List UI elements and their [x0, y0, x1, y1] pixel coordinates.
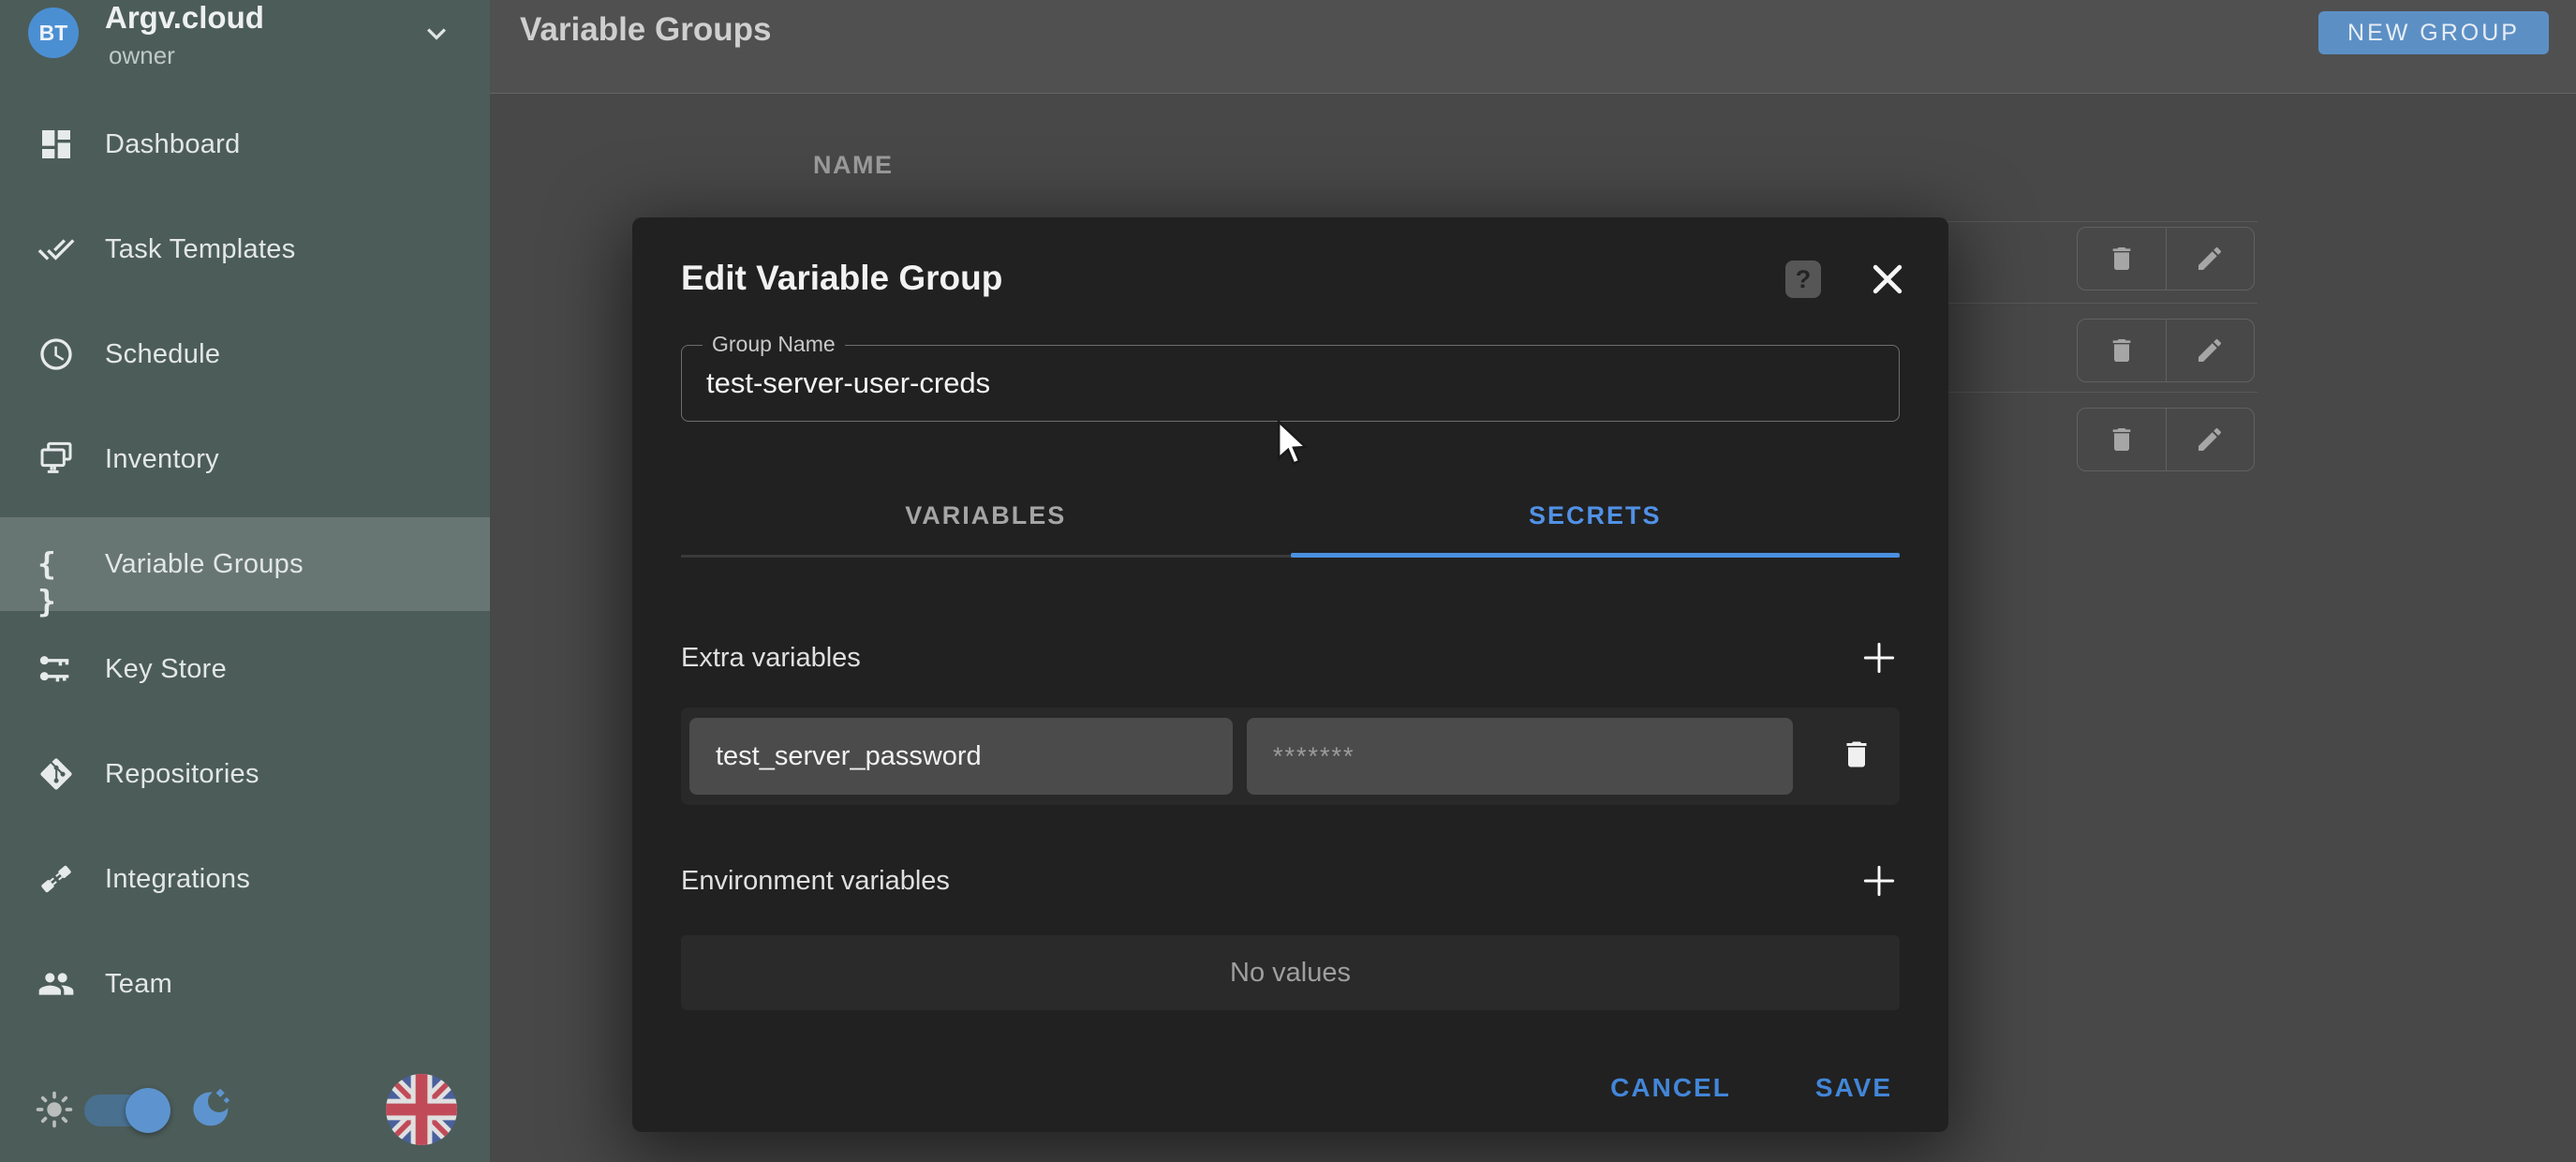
sidebar-item-variable-groups[interactable]: { } Variable Groups — [0, 517, 490, 611]
keys-icon — [37, 650, 75, 688]
table-row-actions — [2077, 227, 2255, 290]
tab-variables[interactable]: VARIABLES — [681, 487, 1291, 544]
delete-variable-icon[interactable] — [1840, 737, 1877, 775]
sidebar-item-schedule[interactable]: Schedule — [0, 307, 490, 401]
secret-variable-row — [681, 708, 1900, 805]
help-button[interactable]: ? — [1785, 261, 1821, 298]
extra-variables-section: Extra variables — [681, 637, 1900, 678]
braces-icon: { } — [37, 545, 75, 583]
git-icon — [37, 755, 75, 793]
monitor-icon — [37, 440, 75, 478]
environment-variables-section: Environment variables — [681, 860, 1900, 901]
done-all-icon — [37, 231, 75, 268]
sidebar-item-task-templates[interactable]: Task Templates — [0, 202, 490, 296]
dialog-footer: CANCEL SAVE — [632, 1057, 1948, 1119]
edit-button[interactable] — [2166, 320, 2255, 381]
plug-icon — [37, 860, 75, 898]
new-group-button[interactable]: NEW GROUP — [2318, 11, 2549, 54]
empty-state: No values — [681, 935, 1900, 1010]
language-flag-uk[interactable] — [386, 1074, 457, 1145]
sidebar-item-inventory[interactable]: Inventory — [0, 412, 490, 506]
avatar: BT — [28, 7, 79, 58]
sidebar-item-label: Integrations — [105, 864, 250, 895]
avatar-initials: BT — [39, 21, 68, 46]
close-icon[interactable] — [1867, 259, 1908, 300]
delete-button[interactable] — [2078, 320, 2166, 381]
clock-icon — [37, 335, 75, 373]
save-button[interactable]: SAVE — [1815, 1073, 1892, 1103]
edit-variable-group-dialog: Edit Variable Group ? Group Name VARIABL… — [632, 217, 1948, 1132]
sidebar-item-dashboard[interactable]: Dashboard — [0, 97, 490, 191]
sidebar-nav: Dashboard Task Templates Schedule Inve — [0, 97, 490, 1042]
group-name-label: Group Name — [703, 332, 845, 357]
active-tab-indicator — [1291, 553, 1901, 558]
workspace-role: owner — [109, 41, 175, 70]
sidebar: BT Argv.cloud owner Dashboard Task Templ… — [0, 0, 490, 1162]
extra-variables-heading: Extra variables — [681, 643, 861, 674]
sidebar-item-label: Key Store — [105, 654, 227, 685]
sidebar-item-label: Task Templates — [105, 234, 296, 265]
sidebar-item-team[interactable]: Team — [0, 937, 490, 1031]
sidebar-item-label: Schedule — [105, 339, 220, 370]
light-mode-icon — [34, 1089, 75, 1130]
dashboard-icon — [37, 126, 75, 163]
sidebar-item-label: Variable Groups — [105, 549, 303, 580]
group-name-input[interactable] — [682, 346, 1899, 421]
question-mark-icon: ? — [1796, 265, 1812, 294]
variable-secret-input[interactable] — [1247, 718, 1793, 795]
sidebar-item-label: Dashboard — [105, 129, 241, 160]
variable-name-input[interactable] — [689, 718, 1233, 795]
dark-mode-icon — [189, 1087, 232, 1130]
sidebar-item-integrations[interactable]: Integrations — [0, 832, 490, 926]
people-icon — [37, 965, 75, 1003]
cancel-button[interactable]: CANCEL — [1610, 1073, 1731, 1103]
tab-bar: VARIABLES SECRETS — [681, 487, 1900, 560]
dialog-title: Edit Variable Group — [681, 259, 1002, 298]
edit-button[interactable] — [2166, 228, 2255, 290]
empty-state-text: No values — [1230, 958, 1351, 989]
page-title: Variable Groups — [520, 11, 771, 49]
group-name-field: Group Name — [681, 345, 1900, 422]
sidebar-item-key-store[interactable]: Key Store — [0, 622, 490, 716]
sidebar-item-label: Inventory — [105, 444, 219, 475]
topbar: Variable Groups NEW GROUP — [490, 0, 2576, 94]
delete-button[interactable] — [2078, 228, 2166, 290]
add-variable-button[interactable] — [1858, 637, 1900, 678]
add-environment-variable-button[interactable] — [1858, 860, 1900, 901]
workspace-name: Argv.cloud — [105, 0, 264, 36]
sidebar-item-repositories[interactable]: Repositories — [0, 727, 490, 821]
sidebar-item-label: Team — [105, 969, 172, 1000]
theme-toggle[interactable] — [84, 1095, 165, 1126]
environment-variables-heading: Environment variables — [681, 866, 950, 897]
delete-button[interactable] — [2078, 409, 2166, 470]
chevron-down-icon — [418, 15, 455, 52]
workspace-switcher[interactable]: BT Argv.cloud owner — [0, 0, 490, 97]
sidebar-item-label: Repositories — [105, 759, 259, 790]
toggle-knob — [126, 1088, 170, 1133]
edit-button[interactable] — [2166, 409, 2255, 470]
tab-secrets[interactable]: SECRETS — [1291, 487, 1901, 544]
column-header-name: NAME — [813, 151, 894, 180]
table-row-actions — [2077, 408, 2255, 471]
table-row-actions — [2077, 319, 2255, 382]
